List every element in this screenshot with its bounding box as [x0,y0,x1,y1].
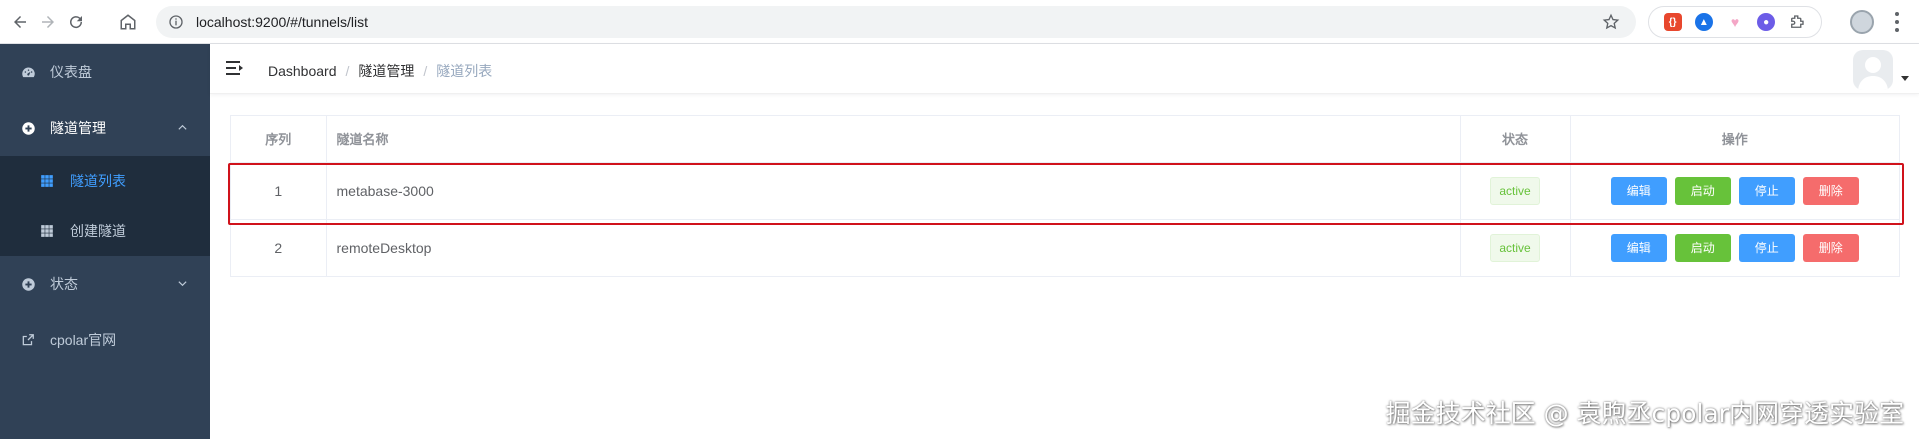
hamburger-menu-icon[interactable] [226,60,244,76]
breadcrumb-separator: / [345,63,350,79]
chevron-up-icon [178,124,187,130]
forward-arrow-icon [42,16,54,28]
back-arrow-icon [14,16,26,28]
bookmark-star-icon[interactable] [1602,13,1620,31]
home-button[interactable] [114,8,142,36]
breadcrumb-separator: / [423,63,428,79]
extensions-puzzle-icon[interactable] [1788,13,1806,31]
forward-button[interactable] [34,8,62,36]
sidebar-item-label: 隧道列表 [70,173,126,189]
status-cell: active [1460,219,1571,276]
sidebar-item-dashboard[interactable]: 仪表盘 [0,44,210,100]
navbar: Dashboard / 隧道管理 / 隧道列表 [210,44,1919,94]
delete-button[interactable]: 删除 [1802,233,1859,262]
sidebar-item-status[interactable]: 状态 [0,256,210,312]
sidebar: 仪表盘 隧道管理 隧道列表 创建隧道 状态 cpolar官网 [0,44,210,439]
grid-icon [41,175,53,187]
home-icon [120,14,136,30]
ext-pink-icon[interactable]: ♥ [1725,13,1744,31]
plus-circle-icon [20,120,36,136]
caret-down-icon[interactable] [1901,76,1909,81]
site-info-icon [169,15,183,29]
grid-icon [41,225,53,237]
breadcrumb: Dashboard / 隧道管理 / 隧道列表 [268,61,492,81]
breadcrumb-tunnel-list: 隧道列表 [436,63,493,79]
table-row: 2 remoteDesktop active 编辑 启动 停止 删除 [231,219,1899,276]
extensions-bar: {} ▲ ♥ ● [1648,6,1822,38]
edit-button[interactable]: 编辑 [1610,233,1667,262]
watermark: 掘金技术社区 @ 袁煦丞cpolar内网穿透实验室 [1385,399,1904,428]
column-header-status: 状态 [1460,116,1571,163]
sidebar-item-cpolar-site[interactable]: cpolar官网 [0,312,210,368]
sidebar-item-tunnel-management[interactable]: 隧道管理 [0,100,210,156]
column-header-name: 隧道名称 [326,116,1461,163]
back-button[interactable] [6,8,34,36]
sidebar-item-label: cpolar官网 [50,332,117,348]
url-text: localhost:9200/#/tunnels/list [196,14,368,30]
status-badge: active [1490,233,1540,262]
sidebar-item-label: 创建隧道 [70,223,126,239]
row-index: 2 [231,219,327,276]
highlight-box [228,163,1904,225]
actions-cell: 编辑 启动 停止 删除 [1570,219,1899,276]
browser-profile-icon[interactable] [1850,10,1874,34]
user-silhouette-icon [1858,57,1888,90]
chevron-down-icon [178,281,187,287]
avatar[interactable] [1853,50,1893,90]
address-bar[interactable]: localhost:9200/#/tunnels/list [156,6,1636,38]
sidebar-item-tunnel-list[interactable]: 隧道列表 [0,156,210,206]
plus-circle-icon [20,276,36,292]
browser-menu-icon[interactable] [1894,12,1900,32]
sidebar-item-label: 隧道管理 [50,120,106,136]
browser-toolbar: localhost:9200/#/tunnels/list {} ▲ ♥ ● [0,0,1919,44]
ext-red-icon[interactable]: {} [1663,13,1682,31]
column-header-index: 序列 [231,116,327,163]
breadcrumb-tunnel-management[interactable]: 隧道管理 [358,61,414,81]
sidebar-item-create-tunnel[interactable]: 创建隧道 [0,206,210,256]
table-header-row: 序列 隧道名称 状态 操作 [231,116,1899,163]
sidebar-item-label: 仪表盘 [50,64,92,80]
reload-button[interactable] [62,8,90,36]
stop-button[interactable]: 停止 [1738,233,1795,262]
breadcrumb-dashboard[interactable]: Dashboard [268,63,337,79]
ext-purple-icon[interactable]: ● [1757,13,1776,31]
submenu-tunnel-management: 隧道列表 创建隧道 [0,156,210,256]
tunnel-name: remoteDesktop [326,219,1461,276]
reload-icon [70,16,83,29]
main-content: Dashboard / 隧道管理 / 隧道列表 序列 隧道名称 状态 操作 1 … [210,44,1919,439]
dashboard-icon [20,64,36,80]
ext-blue-icon[interactable]: ▲ [1694,13,1713,31]
external-link-icon [20,332,36,348]
start-button[interactable]: 启动 [1674,233,1731,262]
sidebar-item-label: 状态 [50,276,78,292]
column-header-actions: 操作 [1570,116,1899,163]
